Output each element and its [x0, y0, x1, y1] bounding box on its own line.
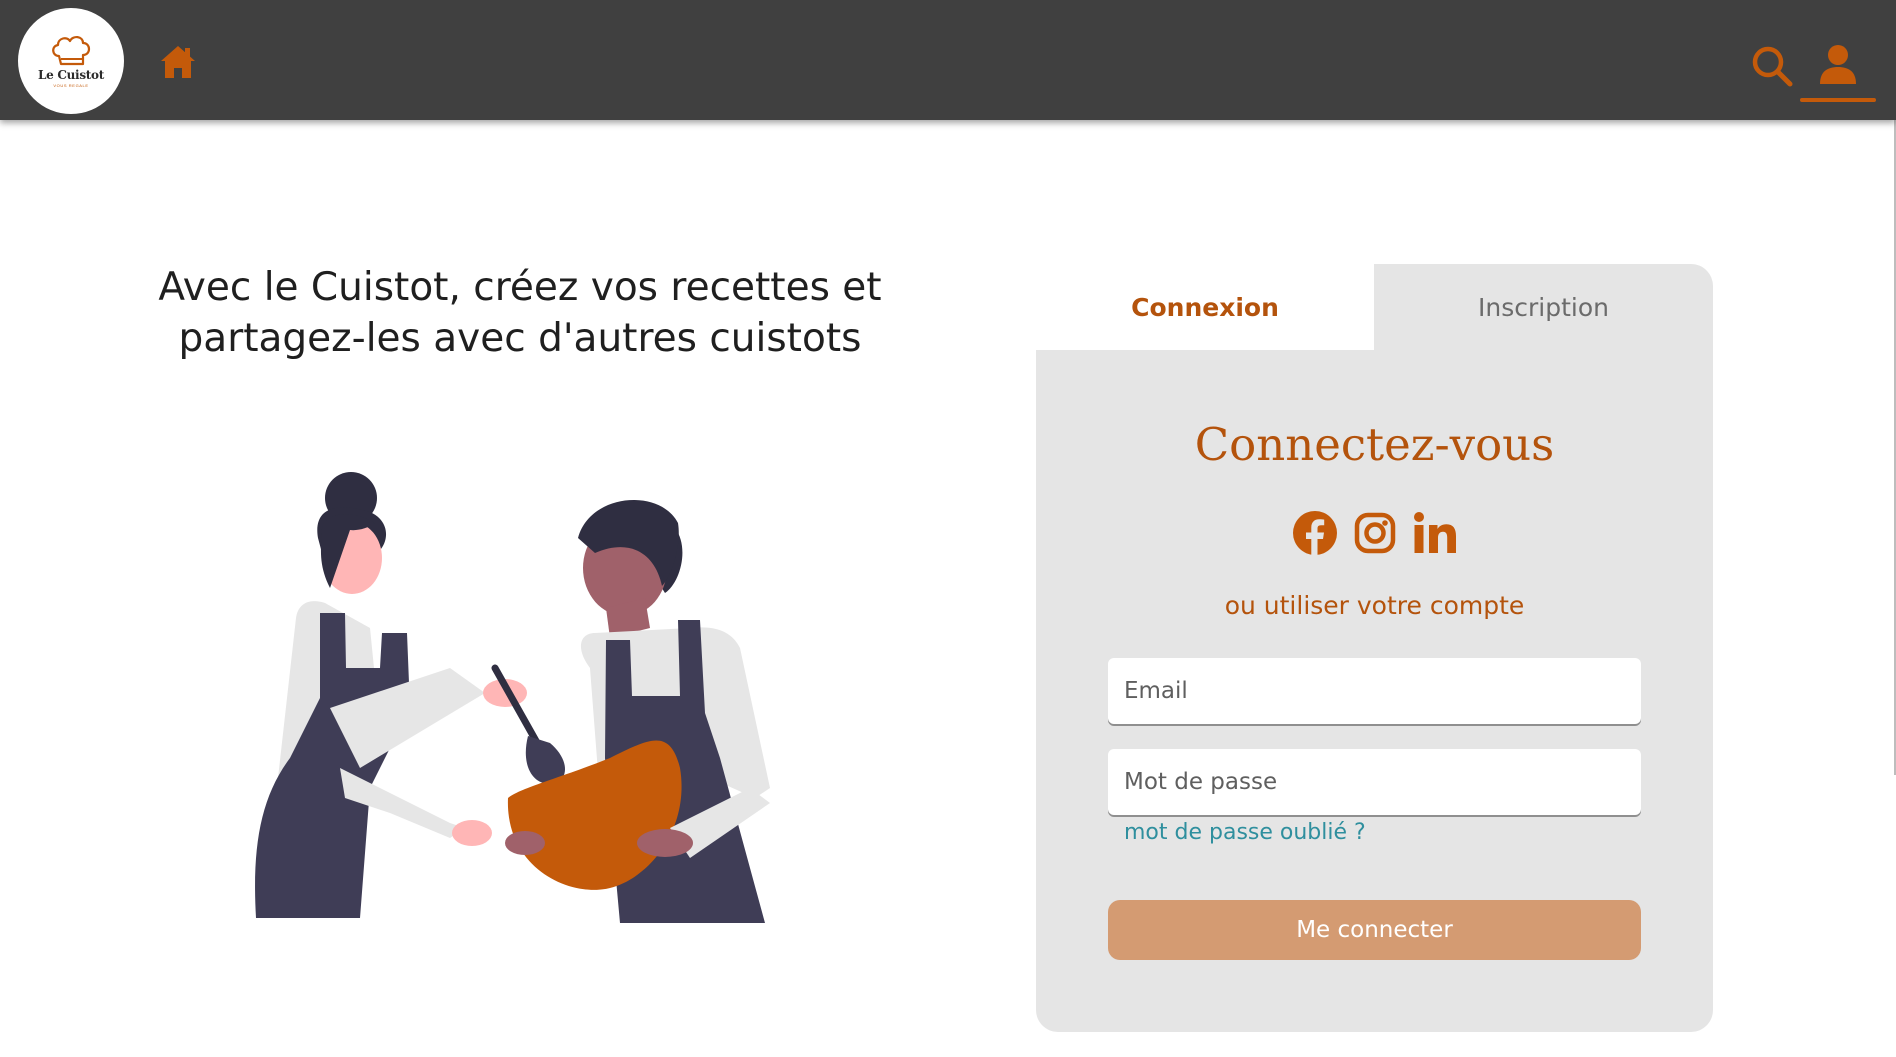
forgot-password-link[interactable]: mot de passe oublié ? — [1124, 820, 1366, 845]
hero-title-line1: Avec le Cuistot, créez vos recettes et — [158, 265, 882, 310]
linkedin-login-button[interactable] — [1412, 510, 1458, 556]
top-navbar: Le Cuistot VOUS REGALE — [0, 0, 1896, 120]
user-icon — [1820, 45, 1856, 84]
home-button[interactable] — [158, 42, 198, 82]
login-button[interactable]: Me connecter — [1108, 900, 1641, 960]
home-icon — [161, 46, 195, 78]
alternative-login-text: ou utiliser votre compte — [1224, 591, 1525, 620]
active-indicator — [1800, 98, 1876, 102]
hero-title-line2: partagez-les avec d'autres cuistots — [178, 316, 862, 361]
search-icon — [1752, 46, 1793, 87]
hero-title: Avec le Cuistot, créez vos recettes et p… — [120, 262, 920, 364]
logo-name: Le Cuistot — [38, 68, 104, 82]
password-field[interactable] — [1108, 749, 1641, 815]
cooks-illustration — [255, 472, 770, 923]
login-title: Connectez-vous — [1194, 418, 1555, 471]
email-field[interactable] — [1108, 658, 1641, 724]
social-login-group — [1036, 510, 1713, 556]
facebook-icon — [1292, 511, 1337, 556]
auth-card: Connexion Inscription Connectez-vous ou … — [1036, 264, 1713, 1032]
tab-connexion[interactable]: Connexion — [1036, 264, 1374, 350]
logo-tagline: VOUS REGALE — [53, 83, 89, 88]
instagram-icon — [1354, 512, 1395, 554]
right-cook-figure — [505, 500, 770, 923]
instagram-login-button[interactable] — [1352, 510, 1398, 556]
account-button[interactable] — [1800, 40, 1876, 102]
chef-hat-icon — [52, 36, 91, 66]
search-button[interactable] — [1750, 44, 1794, 88]
tab-inscription[interactable]: Inscription — [1374, 264, 1713, 350]
site-logo[interactable]: Le Cuistot VOUS REGALE — [18, 8, 124, 114]
linkedin-icon — [1413, 512, 1456, 553]
facebook-login-button[interactable] — [1292, 510, 1338, 556]
